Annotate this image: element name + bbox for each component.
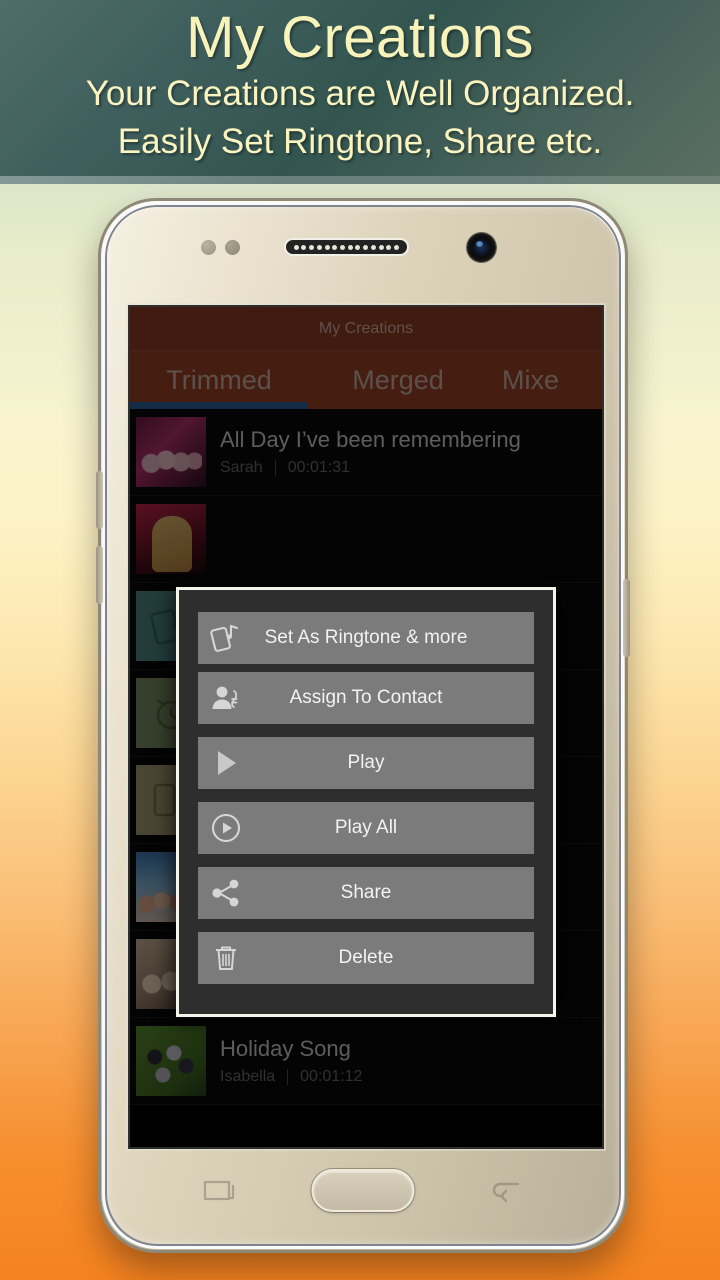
share-icon [198, 876, 254, 910]
options-dialog: Set As Ringtone & more Assign To Contact [176, 587, 556, 1017]
phone-screen: My Creations Trimmed Merged Mixe All Day… [130, 307, 602, 1147]
promo-bottom-edge [0, 176, 720, 184]
light-sensor-icon [225, 240, 240, 255]
promo-subtitle-line-2: Easily Set Ringtone, Share etc. [117, 122, 603, 161]
play-all-button[interactable]: Play All [198, 802, 534, 854]
play-icon [198, 746, 254, 780]
play-circle-icon [198, 811, 254, 845]
share-button[interactable]: Share [198, 867, 534, 919]
promo-title: My Creations [186, 5, 534, 70]
proximity-sensor-icon [201, 240, 216, 255]
play-button[interactable]: Play [198, 737, 534, 789]
recents-icon[interactable] [203, 1177, 237, 1203]
contact-music-icon [198, 681, 254, 715]
front-camera-icon [467, 233, 496, 262]
delete-button[interactable]: Delete [198, 932, 534, 984]
set-as-ringtone-button[interactable]: Set As Ringtone & more [198, 612, 534, 664]
back-icon[interactable] [489, 1177, 523, 1203]
volume-down-button[interactable] [96, 546, 103, 604]
power-button[interactable] [623, 579, 630, 657]
earpiece-speaker [284, 238, 409, 256]
promo-banner: My Creations Your Creations are Well Org… [0, 0, 720, 184]
trash-icon [198, 941, 254, 975]
home-button[interactable] [311, 1169, 415, 1212]
phone-top-hardware [101, 229, 631, 265]
promo-subtitle-line-1: Your Creations are Well Organized. [85, 74, 635, 113]
phone-mockup: My Creations Trimmed Merged Mixe All Day… [96, 198, 631, 1253]
volume-up-button[interactable] [96, 471, 103, 529]
assign-to-contact-button[interactable]: Assign To Contact [198, 672, 534, 724]
phone-music-icon [198, 621, 254, 655]
